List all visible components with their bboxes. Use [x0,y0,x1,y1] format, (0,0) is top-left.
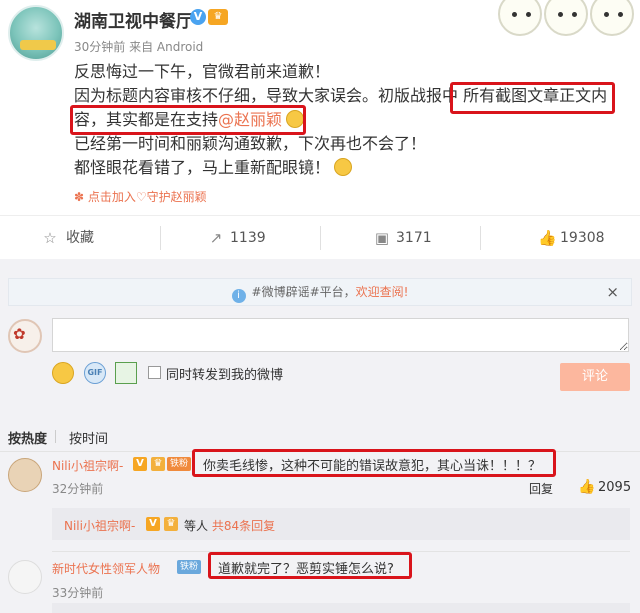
join-fan-link[interactable]: ✽ 点击加入♡守护赵丽颖 [74,188,207,205]
highlight-box [70,105,306,135]
join-fan-label: 点击加入♡守护赵丽颖 [87,190,207,204]
subreply-count-link[interactable]: 共84条回复 [212,519,275,533]
account-name[interactable]: 湖南卫视中餐厅 [74,7,193,32]
close-icon[interactable]: × [606,283,619,301]
fan-badge: 铁粉 [177,560,202,574]
avatar-glyph-icon: ✿ [13,325,26,343]
forward-count: 1139 [230,230,266,246]
gif-icon[interactable]: GIF [84,362,106,384]
emoji-icon[interactable] [52,362,74,384]
star-icon: ☆ [43,229,57,247]
mascot-decoration [494,0,640,40]
comment-sort-bar: 按热度 按时间 [0,418,640,452]
highlight-box [208,552,412,579]
submit-comment-button[interactable]: 评论 [560,363,630,391]
sort-by-time[interactable]: 按时间 [69,428,108,447]
forward-checkbox-label: 同时转发到我的微博 [166,368,284,383]
vip-crown-icon: ♛ [208,9,228,25]
post-line: 已经第一时间和丽颖沟通致歉，下次再也不会了！ [74,134,427,153]
eye-icon [618,12,623,17]
post-line: 反思悔过一下午，官微君前来道歉！ [74,62,331,81]
subreply-name[interactable]: Nili小祖宗啊- [64,517,135,534]
comment-time: 33分钟前 [52,586,104,600]
highlight-box [450,82,615,114]
forward-checkbox[interactable] [148,366,161,379]
vip-icon: V [133,457,147,471]
crown-icon: ♛ [164,517,178,531]
info-icon: i [231,289,246,303]
action-bar: ☆ 收藏 ↗ 1139 ▣ 3171 👍 19308 [0,215,640,259]
like-button[interactable]: 👍 19308 [480,216,640,260]
notice-link[interactable]: 欢迎查阅! [356,285,409,299]
divider [55,430,56,443]
forward-icon: ↗ [209,229,223,247]
comment-time: 32分钟前 [52,482,104,496]
account-avatar[interactable] [8,5,64,61]
comment-icon: ▣ [374,229,390,247]
post-line: 都怪眼花看错了，马上重新配眼镜！ [74,156,634,180]
favorite-button[interactable]: ☆ 收藏 [0,216,160,260]
mascot-icon [544,0,588,36]
reply-button[interactable]: 回复 [529,480,553,497]
commenter-avatar[interactable] [8,458,42,492]
comment-input[interactable] [52,318,629,352]
mascot-icon [498,0,542,36]
flower-icon: ✽ [74,190,88,204]
commenter-name[interactable]: 新时代女性领军人物 [52,560,160,577]
sort-by-hot[interactable]: 按热度 [8,428,47,447]
like-count: 19308 [560,230,605,246]
rumor-notice: i #微博辟谣#平台，欢迎查阅! × [8,278,632,306]
crown-icon: ♛ [151,457,165,471]
comment-like-count: 2095 [598,480,632,495]
notice-prefix: #微博辟谣#平台， [251,285,356,299]
blush-emoji-icon [334,158,353,176]
post-line-text: 都怪眼花看错了，马上重新配眼镜！ [74,158,331,177]
eye-icon [526,12,531,17]
my-avatar[interactable]: ✿ [8,319,42,353]
image-icon[interactable] [115,362,137,384]
subreply-summary[interactable]: Nili小祖宗啊- V ♛ 等人 共84条回复 [52,508,630,540]
eye-icon [512,12,517,17]
avatar-logo-band [20,40,56,50]
forward-button[interactable]: ↗ 1139 [160,216,320,260]
notice-text: i #微博辟谣#平台，欢迎查阅! [9,279,631,305]
eye-icon [604,12,609,17]
subreply-middle: 等人 [184,519,209,533]
verified-icon: V [190,9,206,25]
favorite-label: 收藏 [66,230,94,246]
commenter-avatar[interactable] [8,560,42,594]
comment-button[interactable]: ▣ 3171 [320,216,480,260]
commenter-name[interactable]: Nili小祖宗啊- [52,457,123,474]
weibo-post: 湖南卫视中餐厅 V ♛ 30分钟前 来自 Android 反思悔过一下午，官微君… [0,0,640,215]
comment-count: 3171 [396,230,432,246]
next-subreply-strip [52,603,630,613]
fan-badge: 铁粉 [167,457,192,471]
post-meta: 30分钟前 来自 Android [74,40,204,54]
eye-icon [572,12,577,17]
subreply-text: 等人 共84条回复 [184,517,275,534]
eye-icon [558,12,563,17]
thumb-up-icon[interactable]: 👍 [578,479,595,495]
mascot-icon [590,0,634,36]
highlight-box [192,449,556,477]
vip-icon: V [146,517,160,531]
thumb-up-icon: 👍 [538,229,557,247]
